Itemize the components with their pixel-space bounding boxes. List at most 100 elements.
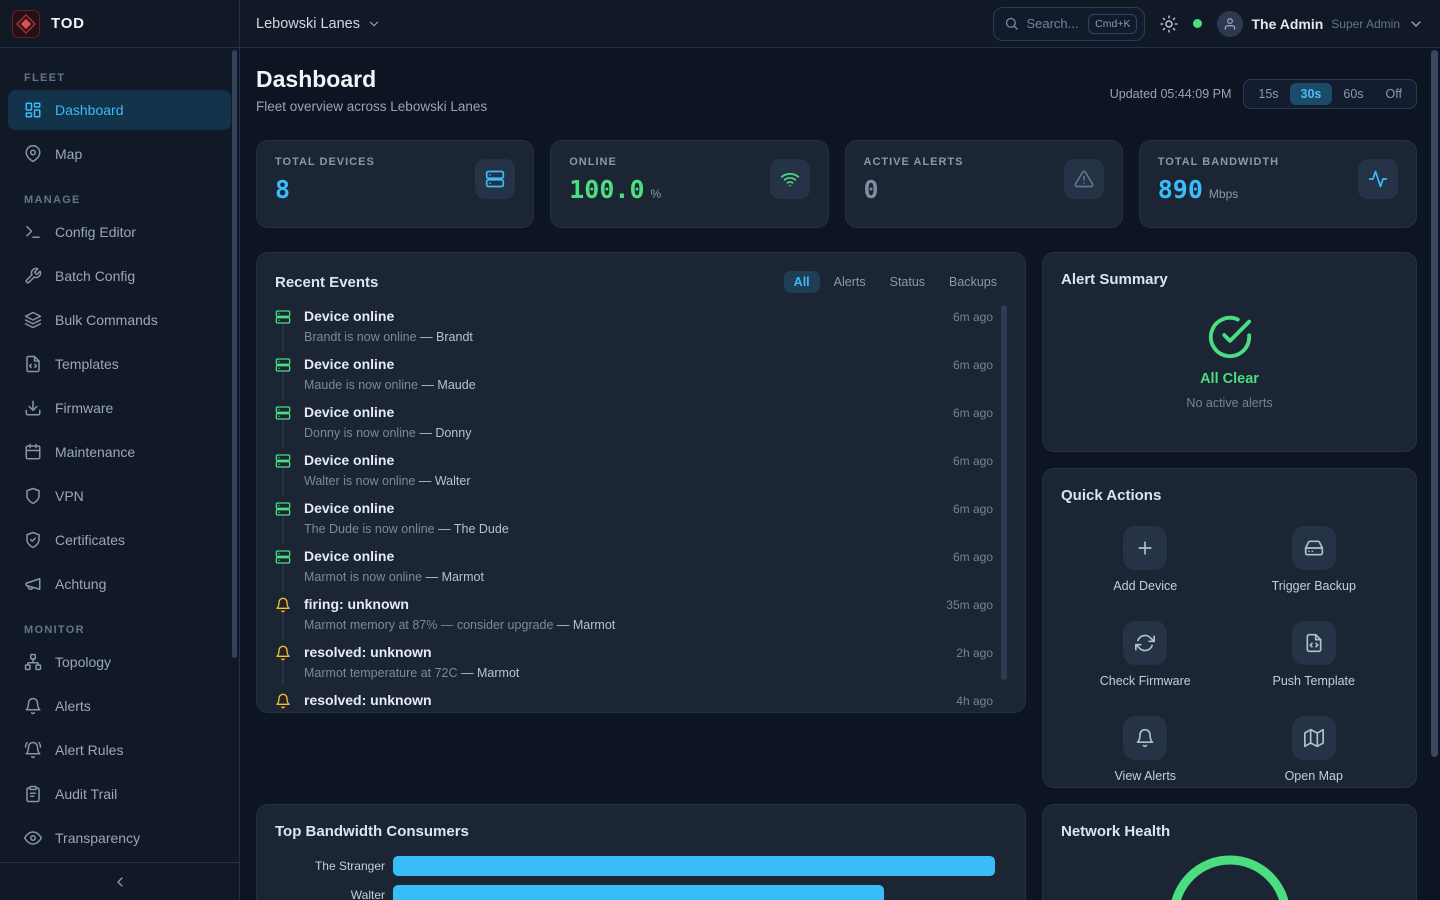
- sidebar-item-audit-trail[interactable]: Audit Trail: [8, 774, 231, 814]
- shield-icon: [24, 487, 42, 505]
- event-time: 4h ago: [956, 694, 993, 708]
- sidebar-item-maintenance[interactable]: Maintenance: [8, 432, 231, 472]
- sidebar-collapse-button[interactable]: [112, 874, 128, 890]
- quick-action-label: Add Device: [1113, 579, 1177, 593]
- events-scrollbar-thumb[interactable]: [1001, 305, 1007, 680]
- quick-action-label: View Alerts: [1114, 769, 1176, 783]
- event-row[interactable]: Device online Brandt is now online — Bra…: [275, 303, 1007, 351]
- events-tab-backups[interactable]: Backups: [939, 271, 1007, 293]
- file-code-icon: [1292, 621, 1336, 665]
- quick-action-add-device[interactable]: Add Device: [1113, 526, 1177, 593]
- refresh-option-off[interactable]: Off: [1375, 83, 1413, 105]
- event-row[interactable]: Device online Maude is now online — Maud…: [275, 351, 1007, 399]
- brand: TOD: [0, 0, 240, 47]
- quick-action-check-firmware[interactable]: Check Firmware: [1100, 621, 1191, 688]
- quick-action-open-map[interactable]: Open Map: [1285, 716, 1343, 783]
- bandwidth-title: Top Bandwidth Consumers: [275, 823, 1007, 840]
- alert-summary-title: Alert Summary: [1061, 271, 1398, 288]
- nav-section-label: MONITOR: [24, 624, 215, 636]
- events-filter-tabs: All Alerts Status Backups: [784, 271, 1007, 293]
- search-box[interactable]: Cmd+K: [993, 7, 1145, 41]
- refresh-option-60s[interactable]: 60s: [1332, 83, 1374, 105]
- stat-label: ONLINE: [569, 156, 661, 168]
- events-tab-all[interactable]: All: [784, 271, 820, 293]
- sidebar-item-transparency[interactable]: Transparency: [8, 818, 231, 858]
- bandwidth-bar: [393, 885, 884, 900]
- event-row[interactable]: resolved: unknown 4h ago: [275, 687, 1007, 710]
- event-title: resolved: unknown: [304, 692, 943, 709]
- org-switcher[interactable]: Lebowski Lanes: [256, 16, 381, 32]
- event-description: Maude is now online — Maude: [304, 377, 940, 393]
- quick-action-view-alerts[interactable]: View Alerts: [1114, 716, 1176, 783]
- network-health-title: Network Health: [1061, 823, 1398, 840]
- event-description: Brandt is now online — Brandt: [304, 329, 940, 345]
- nav-section-label: MANAGE: [24, 194, 215, 206]
- alert-summary-status: All Clear: [1200, 371, 1259, 387]
- sidebar-item-achtung[interactable]: Achtung: [8, 564, 231, 604]
- event-row[interactable]: resolved: unknown Marmot temperature at …: [275, 639, 1007, 687]
- search-input[interactable]: [1026, 16, 1081, 31]
- network-icon: [24, 653, 42, 671]
- sidebar-item-config-editor[interactable]: Config Editor: [8, 212, 231, 252]
- sidebar-item-bulk-commands[interactable]: Bulk Commands: [8, 300, 231, 340]
- sidebar-item-label: Config Editor: [55, 224, 136, 240]
- nav-section-fleet: FLEET Dashboard Map: [8, 72, 231, 174]
- event-row[interactable]: Device online Donny is now online — Donn…: [275, 399, 1007, 447]
- check-circle-icon: [1207, 314, 1253, 360]
- bell-icon: [275, 645, 291, 661]
- sidebar-scrollbar-thumb[interactable]: [232, 50, 237, 658]
- event-row[interactable]: Device online The Dude is now online — T…: [275, 495, 1007, 543]
- sidebar-item-label: Dashboard: [55, 102, 124, 118]
- user-menu[interactable]: The Admin Super Admin: [1217, 11, 1424, 37]
- sidebar-item-map[interactable]: Map: [8, 134, 231, 174]
- sidebar-item-templates[interactable]: Templates: [8, 344, 231, 384]
- sidebar-item-topology[interactable]: Topology: [8, 642, 231, 682]
- search-icon: [1004, 16, 1019, 31]
- layout-dashboard-icon: [24, 101, 42, 119]
- stat-value: 100.0: [569, 175, 644, 204]
- quick-action-push-template[interactable]: Push Template: [1273, 621, 1355, 688]
- events-tab-alerts[interactable]: Alerts: [824, 271, 876, 293]
- stat-suffix: %: [651, 187, 662, 201]
- event-description: Donny is now online — Donny: [304, 425, 940, 441]
- event-device: — Donny: [419, 426, 471, 440]
- sidebar-item-vpn[interactable]: VPN: [8, 476, 231, 516]
- calendar-icon: [24, 443, 42, 461]
- sidebar-item-alerts[interactable]: Alerts: [8, 686, 231, 726]
- quick-actions-card: Quick Actions Add Device Trigger Backup: [1042, 468, 1417, 788]
- stat-label: ACTIVE ALERTS: [864, 156, 964, 168]
- quick-action-trigger-backup[interactable]: Trigger Backup: [1272, 526, 1356, 593]
- quick-actions-grid: Add Device Trigger Backup Check Firmware: [1061, 526, 1398, 783]
- theme-toggle-button[interactable]: [1160, 15, 1178, 33]
- main-scrollbar-thumb[interactable]: [1431, 50, 1438, 757]
- event-title: firing: unknown: [304, 596, 933, 613]
- page-title: Dashboard: [256, 66, 487, 93]
- refresh-option-30s[interactable]: 30s: [1290, 83, 1333, 105]
- updated-timestamp: Updated 05:44:09 PM: [1110, 87, 1232, 101]
- sidebar-item-label: Firmware: [55, 400, 113, 416]
- hard-drive-icon: [1292, 526, 1336, 570]
- sidebar-item-batch-config[interactable]: Batch Config: [8, 256, 231, 296]
- nav-section-monitor: MONITOR Topology Alerts: [8, 624, 231, 858]
- plus-icon: [1123, 526, 1167, 570]
- refresh-option-15s[interactable]: 15s: [1247, 83, 1289, 105]
- sidebar-item-firmware[interactable]: Firmware: [8, 388, 231, 428]
- stat-label: TOTAL DEVICES: [275, 156, 375, 168]
- stat-card-online: ONLINE 100.0 %: [550, 140, 828, 228]
- event-row[interactable]: firing: unknown Marmot memory at 87% — c…: [275, 591, 1007, 639]
- event-description: Marmot is now online — Marmot: [304, 569, 940, 585]
- event-row[interactable]: Device online Walter is now online — Wal…: [275, 447, 1007, 495]
- event-row[interactable]: Device online Marmot is now online — Mar…: [275, 543, 1007, 591]
- sidebar-item-certificates[interactable]: Certificates: [8, 520, 231, 560]
- sidebar-item-alert-rules[interactable]: Alert Rules: [8, 730, 231, 770]
- server-icon: [275, 453, 291, 469]
- quick-action-label: Open Map: [1285, 769, 1343, 783]
- alert-triangle-icon: [1064, 159, 1104, 199]
- bell-icon: [275, 693, 291, 709]
- app-logo-icon[interactable]: [12, 10, 40, 38]
- bandwidth-bar: [393, 856, 995, 876]
- file-code-icon: [24, 355, 42, 373]
- sidebar-item-dashboard[interactable]: Dashboard: [8, 90, 231, 130]
- events-tab-status[interactable]: Status: [880, 271, 935, 293]
- sidebar-item-label: Alerts: [55, 698, 91, 714]
